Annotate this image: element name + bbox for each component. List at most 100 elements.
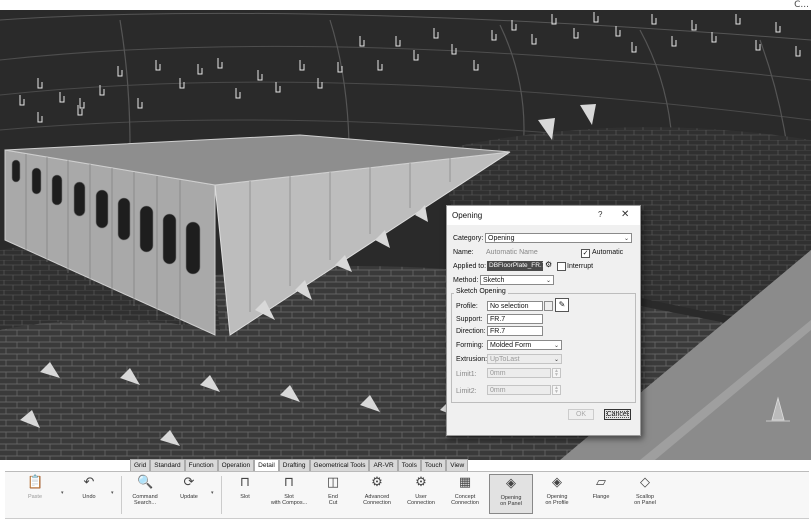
method-select[interactable]: Sketch ⌄ (480, 275, 554, 285)
category-select[interactable]: Opening ⌄ (485, 233, 632, 243)
ribbon-toolbar: 📋 Paste ▾ ↶ Undo ▾ 🔍 Command Search... ⟳… (5, 471, 809, 519)
end-cut-label: End Cut (328, 494, 338, 506)
advanced-connection-button[interactable]: ⚙ Advanced Connection (355, 474, 399, 506)
flange-label: Flange (592, 494, 610, 500)
tab-view[interactable]: View (446, 459, 469, 471)
opening-panel-icon: ◈ (506, 476, 516, 491)
pick-element-icon[interactable]: ⚙ (545, 260, 552, 269)
opening-on-panel-label: Opening on Panel (500, 495, 522, 507)
tab-tools[interactable]: Tools (397, 459, 421, 471)
opening-on-panel-button[interactable]: ◈ Opening on Panel (489, 474, 533, 514)
ribbon-separator (221, 476, 222, 514)
forming-select[interactable]: Molded Form ⌄ (487, 340, 562, 350)
undo-icon: ↶ (83, 475, 95, 490)
dialog-titlebar[interactable]: Opening ? ✕ (447, 206, 640, 225)
limit2-spinner[interactable]: ▲ ▼ (552, 385, 561, 395)
ship-structure-model (0, 0, 811, 460)
ribbon-separator (121, 476, 122, 514)
opening-dialog[interactable]: Opening ? ✕ Category: Opening ⌄ Name: Au… (446, 205, 641, 436)
forming-label: Forming: (456, 342, 484, 349)
opening-on-profile-button[interactable]: ◈ Opening on Profile (535, 474, 579, 506)
tab-grid[interactable]: Grid (130, 459, 151, 471)
flange-icon: ▱ (596, 475, 606, 490)
paste-label: Paste (27, 494, 43, 500)
3d-viewport[interactable]: C... (0, 0, 811, 460)
user-connection-label: User Connection (407, 494, 435, 506)
end-cut-icon: ◫ (326, 475, 340, 490)
limit1-spinner[interactable]: ▲ ▼ (552, 368, 561, 378)
chevron-down-icon: ⌄ (553, 357, 559, 363)
opening-profile-icon: ◈ (552, 475, 562, 490)
scallop-on-panel-label: Scallop on Panel (634, 494, 656, 506)
concept-connection-button[interactable]: ▦ Concept Connection (443, 474, 487, 506)
sketch-opening-title: Sketch Opening (454, 288, 508, 295)
profile-field[interactable]: No selection (487, 301, 543, 311)
extrusion-value: UpToLast (490, 356, 520, 363)
cancel-button[interactable]: Cancel (604, 409, 631, 420)
category-label: Category: (453, 235, 484, 242)
limit2-label: Limit2: (456, 388, 477, 395)
extrusion-select[interactable]: UpToLast ⌄ (487, 354, 562, 364)
scallop-on-panel-button[interactable]: ◇ Scallop on Panel (623, 474, 667, 506)
close-button[interactable]: ✕ (621, 209, 629, 220)
update-button[interactable]: ⟳ Update (167, 474, 211, 500)
name-value: Automatic Name (486, 249, 538, 256)
flange-button[interactable]: ▱ Flange (579, 474, 623, 500)
end-cut-button[interactable]: ◫ End Cut (311, 474, 355, 506)
support-label: Support: (456, 316, 483, 323)
method-label: Method: (453, 277, 479, 284)
advanced-connection-label: Advanced Connection (363, 494, 391, 506)
slot-button[interactable]: ⊓ Slot (223, 474, 267, 500)
opening-on-profile-label: Opening on Profile (545, 494, 569, 506)
tab-detail[interactable]: Detail (254, 459, 279, 471)
applied-to-label: Applied to: (453, 263, 487, 270)
command-search-label: Command Search... (132, 494, 158, 506)
slot-with-compos-button[interactable]: ⊓ Slot with Compos... (267, 474, 311, 506)
direction-field[interactable]: FR.7 (487, 326, 543, 336)
tab-operation[interactable]: Operation (217, 459, 255, 471)
paste-button[interactable]: 📋 Paste (13, 474, 57, 500)
dialog-title: Opening (452, 211, 483, 220)
update-icon: ⟳ (183, 475, 195, 490)
command-search-button[interactable]: 🔍 Command Search... (123, 474, 167, 506)
interrupt-checkbox[interactable] (557, 262, 566, 271)
update-dropdown-icon[interactable]: ▾ (211, 490, 214, 496)
tab-touch[interactable]: Touch (420, 459, 447, 471)
tab-standard[interactable]: Standard (150, 459, 185, 471)
undo-dropdown-icon[interactable]: ▾ (111, 490, 114, 496)
limit1-field[interactable]: 0mm (487, 368, 551, 378)
update-label: Update (180, 494, 198, 500)
extrusion-label: Extrusion: (456, 356, 488, 363)
chevron-down-icon: ⌄ (545, 278, 551, 284)
help-button[interactable]: ? (598, 210, 602, 219)
automatic-label: Automatic (592, 249, 624, 256)
concept-connection-label: Concept Connection (451, 494, 479, 506)
ribbon-tab-bar: Grid Standard Function Operation Detail … (130, 459, 469, 471)
search-icon: 🔍 (137, 475, 154, 490)
tab-drafting[interactable]: Drafting (278, 459, 310, 471)
tab-geometrical-tools[interactable]: Geometrical Tools (309, 459, 370, 471)
concept-connection-icon: ▦ (458, 475, 472, 490)
sketch-edit-icon[interactable]: ✎ (555, 298, 569, 312)
limit1-label: Limit1: (456, 371, 477, 378)
method-value: Sketch (483, 277, 505, 284)
chevron-down-icon: ⌄ (553, 343, 559, 349)
profile-label: Profile: (456, 303, 478, 310)
limit2-field[interactable]: 0mm (487, 385, 551, 395)
undo-label: Undo (82, 494, 96, 500)
forming-value: Molded Form (490, 342, 532, 349)
name-label: Name: (453, 249, 474, 256)
ok-button[interactable]: OK (568, 409, 594, 420)
paste-dropdown-icon[interactable]: ▾ (61, 490, 64, 496)
undo-button[interactable]: ↶ Undo (67, 474, 111, 500)
category-value: Opening (488, 235, 515, 242)
applied-to-field[interactable]: DBFloorPlate_FR.7 (487, 261, 545, 271)
tab-ar-vr[interactable]: AR-VR (369, 459, 398, 471)
user-connection-button[interactable]: ⚙ User Connection (399, 474, 443, 506)
interrupt-label: Interrupt (567, 263, 594, 270)
support-field[interactable]: FR.7 (487, 314, 543, 324)
window-corner-glyph: C... (794, 0, 809, 10)
tab-function[interactable]: Function (184, 459, 218, 471)
profile-list-button[interactable] (544, 301, 553, 311)
automatic-checkbox[interactable]: ✓ (581, 249, 590, 258)
